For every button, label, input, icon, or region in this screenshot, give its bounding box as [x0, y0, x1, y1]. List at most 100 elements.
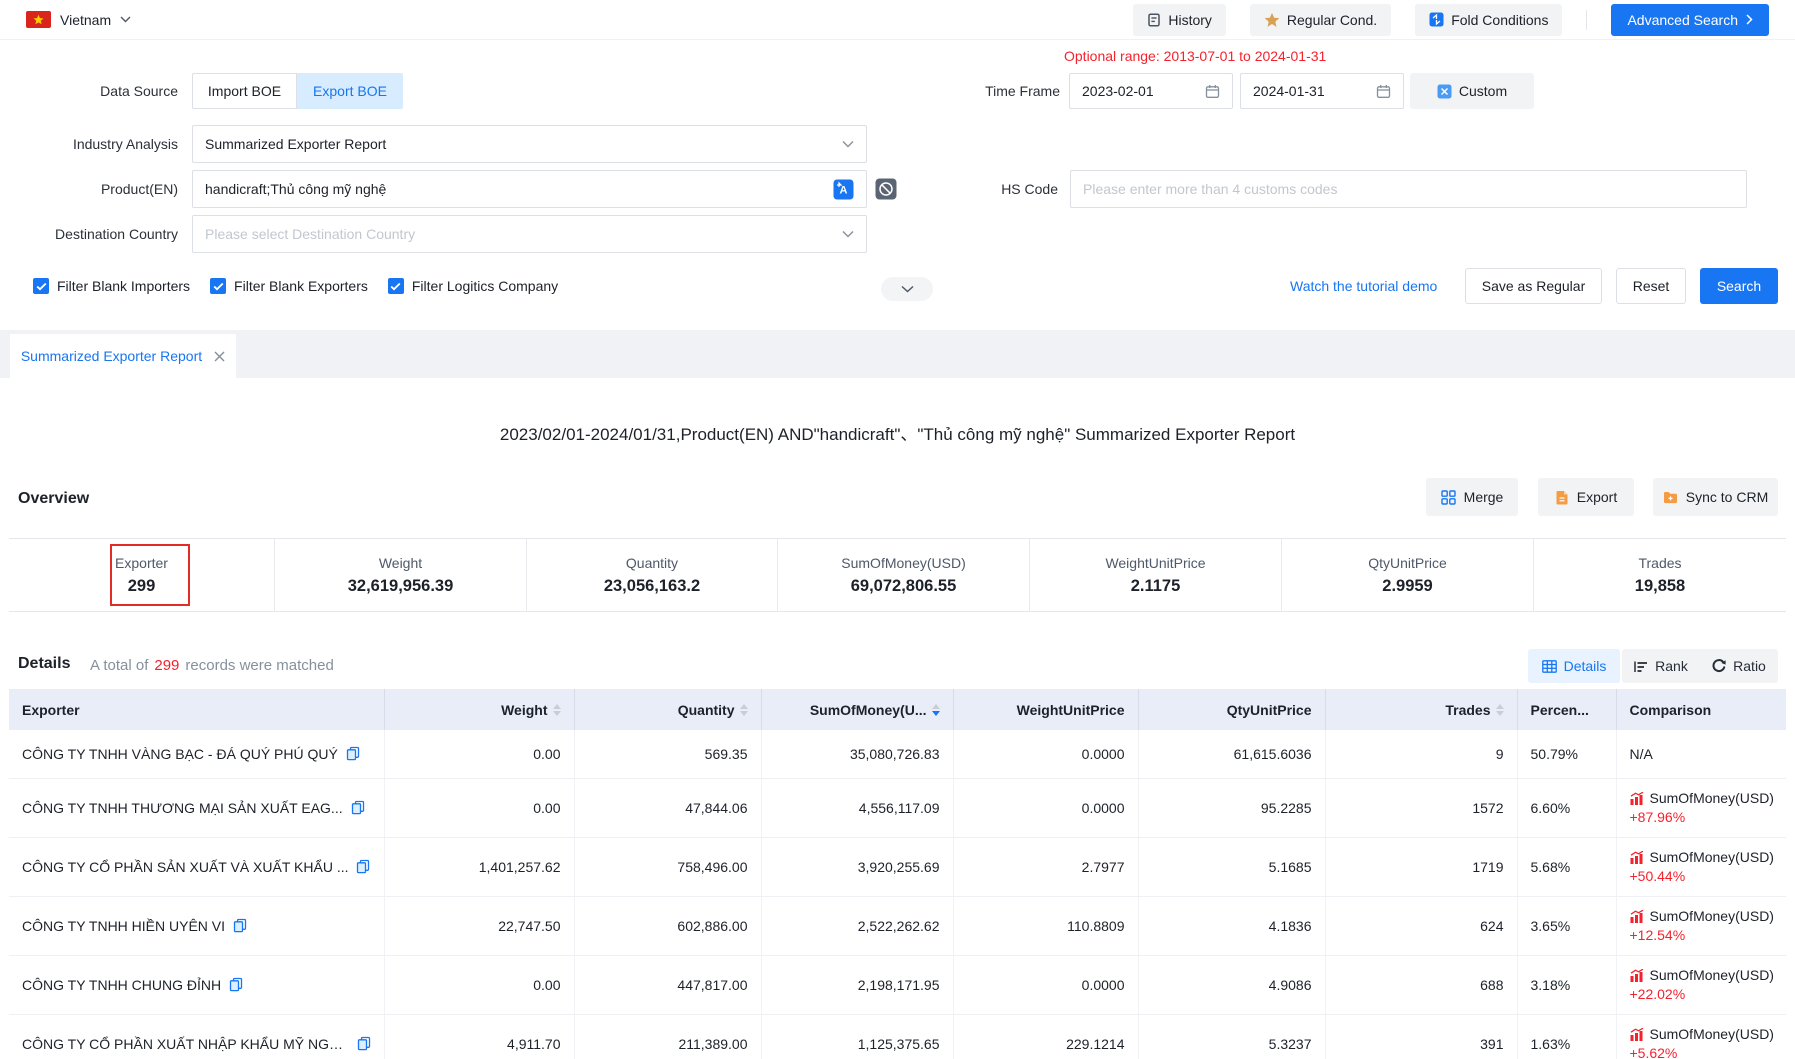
sort-icon[interactable] — [740, 704, 748, 716]
col-label: Quantity — [678, 702, 735, 718]
col-sum-of-money[interactable]: SumOfMoney(U... — [761, 689, 953, 730]
copy-icon[interactable] — [351, 800, 365, 815]
col-trades[interactable]: Trades — [1325, 689, 1517, 730]
copy-icon[interactable] — [357, 1036, 371, 1051]
start-date-input[interactable]: 2023-02-01 — [1069, 73, 1233, 109]
qty-unit-price-cell: 4.1836 — [1138, 896, 1325, 955]
tutorial-demo-link[interactable]: Watch the tutorial demo — [1290, 268, 1437, 304]
table-row[interactable]: CÔNG TY TNHH HIỀN UYÊN VI22,747.50602,88… — [9, 896, 1786, 955]
history-icon — [1147, 13, 1161, 27]
stat-value: 2.9959 — [1382, 577, 1432, 596]
comparison-cell: SumOfMoney(USD)+22.02% — [1616, 955, 1786, 1014]
quantity-cell: 447,817.00 — [574, 955, 761, 1014]
destination-country-select[interactable]: Please select Destination Country — [192, 215, 867, 253]
svg-text:A: A — [840, 184, 848, 196]
advanced-search-button[interactable]: Advanced Search — [1611, 4, 1769, 36]
stat-value: 23,056,163.2 — [604, 577, 700, 596]
stat-label: QtyUnitPrice — [1368, 555, 1447, 571]
stat-value: 69,072,806.55 — [851, 577, 957, 596]
history-button[interactable]: History — [1133, 4, 1226, 36]
details-header-row: Details A total of299records were matche… — [0, 649, 1795, 683]
industry-analysis-select[interactable]: Summarized Exporter Report — [192, 125, 867, 163]
topbar: Vietnam History Regular Cond. Fold Condi… — [0, 0, 1795, 40]
copy-icon[interactable] — [229, 977, 243, 992]
translate-icon[interactable]: A — [833, 179, 854, 200]
close-icon[interactable] — [214, 351, 225, 362]
table-row[interactable]: CÔNG TY TNHH THƯƠNG MẠI SẢN XUẤT EAG...0… — [9, 778, 1786, 837]
chevron-down-icon — [842, 230, 854, 238]
trades-cell: 1719 — [1325, 837, 1517, 896]
import-boe-button[interactable]: Import BOE — [192, 73, 297, 109]
comparison-metric: SumOfMoney(USD) — [1630, 1026, 1774, 1042]
exporter-name[interactable]: CÔNG TY CỔ PHẦN XUẤT NHẬP KHẨU MỸ NGH... — [22, 1036, 349, 1052]
search-button[interactable]: Search — [1700, 268, 1778, 304]
export-boe-button[interactable]: Export BOE — [297, 73, 403, 109]
qty-unit-price-cell: 5.1685 — [1138, 837, 1325, 896]
tab-summarized-exporter-report[interactable]: Summarized Exporter Report — [10, 334, 236, 378]
table-body: CÔNG TY TNHH VÀNG BẠC - ĐÁ QUÝ PHÚ QUÝ0.… — [9, 730, 1786, 1059]
sync-to-crm-button[interactable]: Sync to CRM — [1653, 478, 1778, 516]
stat-value: 19,858 — [1635, 577, 1685, 596]
exporter-cell: CÔNG TY TNHH VÀNG BẠC - ĐÁ QUÝ PHÚ QUÝ — [9, 730, 384, 778]
copy-icon[interactable] — [356, 859, 370, 874]
overview-heading: Overview — [18, 490, 89, 508]
quantity-cell: 758,496.00 — [574, 837, 761, 896]
hs-code-label: HS Code — [930, 170, 1058, 208]
fold-conditions-button[interactable]: Fold Conditions — [1415, 4, 1562, 36]
reset-button[interactable]: Reset — [1616, 268, 1686, 304]
percentage-cell: 3.18% — [1517, 955, 1616, 1014]
country-selector[interactable]: Vietnam — [26, 11, 131, 28]
sort-icon-active-desc[interactable] — [932, 704, 940, 716]
quantity-cell: 569.35 — [574, 730, 761, 778]
checkbox-checked-icon — [33, 278, 49, 294]
stat-label: Trades — [1638, 555, 1681, 571]
weight-cell: 22,747.50 — [384, 896, 574, 955]
regular-cond-button[interactable]: Regular Cond. — [1250, 4, 1391, 36]
exporter-name[interactable]: CÔNG TY TNHH VÀNG BẠC - ĐÁ QUÝ PHÚ QUÝ — [22, 746, 338, 762]
checkbox-label: Filter Logitics Company — [412, 278, 558, 294]
table-row[interactable]: CÔNG TY TNHH CHUNG ĐỈNH0.00447,817.002,1… — [9, 955, 1786, 1014]
custom-range-button[interactable]: Custom — [1410, 73, 1534, 109]
view-rank-button[interactable]: Rank — [1622, 658, 1700, 674]
table-row[interactable]: CÔNG TY CỔ PHẦN XUẤT NHẬP KHẨU MỸ NGH...… — [9, 1014, 1786, 1059]
end-date-input[interactable]: 2024-01-31 — [1240, 73, 1404, 109]
col-quantity[interactable]: Quantity — [574, 689, 761, 730]
exporter-name[interactable]: CÔNG TY TNHH HIỀN UYÊN VI — [22, 918, 225, 934]
filter-logitics-company-checkbox[interactable]: Filter Logitics Company — [388, 278, 558, 294]
hs-code-input[interactable]: Please enter more than 4 customs codes — [1070, 170, 1747, 208]
overview-stats: Exporter 299 Weight 32,619,956.39 Quanti… — [9, 538, 1786, 612]
optional-range-text: Optional range: 2013-07-01 to 2024-01-31 — [1064, 46, 1326, 66]
copy-icon[interactable] — [346, 746, 360, 761]
copy-icon[interactable] — [233, 918, 247, 933]
col-qty-unit-price: QtyUnitPrice — [1138, 689, 1325, 730]
sort-icon[interactable] — [553, 704, 561, 716]
view-details-button[interactable]: Details — [1528, 649, 1620, 683]
weight-unit-price-cell: 110.8809 — [953, 896, 1138, 955]
product-en-input[interactable]: handicraft;Thủ công mỹ nghệ A — [192, 170, 867, 208]
exporter-name[interactable]: CÔNG TY CỔ PHẦN SẢN XUẤT VÀ XUẤT KHẨU ..… — [22, 859, 348, 875]
filter-blank-importers-checkbox[interactable]: Filter Blank Importers — [33, 278, 190, 294]
filter-blank-exporters-checkbox[interactable]: Filter Blank Exporters — [210, 278, 368, 294]
translate-disabled-icon[interactable] — [875, 178, 897, 200]
fold-icon — [1429, 12, 1444, 27]
exporter-name[interactable]: CÔNG TY TNHH THƯƠNG MẠI SẢN XUẤT EAG... — [22, 800, 343, 816]
export-button[interactable]: Export — [1538, 478, 1634, 516]
sort-icon[interactable] — [1496, 704, 1504, 716]
col-weight[interactable]: Weight — [384, 689, 574, 730]
table-row[interactable]: CÔNG TY TNHH VÀNG BẠC - ĐÁ QUÝ PHÚ QUÝ0.… — [9, 730, 1786, 778]
table-row[interactable]: CÔNG TY CỔ PHẦN SẢN XUẤT VÀ XUẤT KHẨU ..… — [9, 837, 1786, 896]
save-as-regular-button[interactable]: Save as Regular — [1465, 268, 1602, 304]
merge-button[interactable]: Merge — [1426, 478, 1518, 516]
trend-up-icon — [1630, 969, 1644, 982]
table-icon — [1542, 660, 1557, 673]
trades-cell: 1572 — [1325, 778, 1517, 837]
quantity-cell: 211,389.00 — [574, 1014, 761, 1059]
export-label: Export — [1577, 489, 1617, 505]
comparison-change: +87.96% — [1630, 809, 1774, 825]
view-ratio-button[interactable]: Ratio — [1700, 658, 1778, 674]
stat-quantity: Quantity 23,056,163.2 — [527, 539, 778, 611]
exporter-name[interactable]: CÔNG TY TNHH CHUNG ĐỈNH — [22, 977, 221, 993]
exporter-cell: CÔNG TY TNHH THƯƠNG MẠI SẢN XUẤT EAG... — [9, 778, 384, 837]
quantity-cell: 47,844.06 — [574, 778, 761, 837]
collapse-conditions-button[interactable] — [881, 277, 933, 301]
